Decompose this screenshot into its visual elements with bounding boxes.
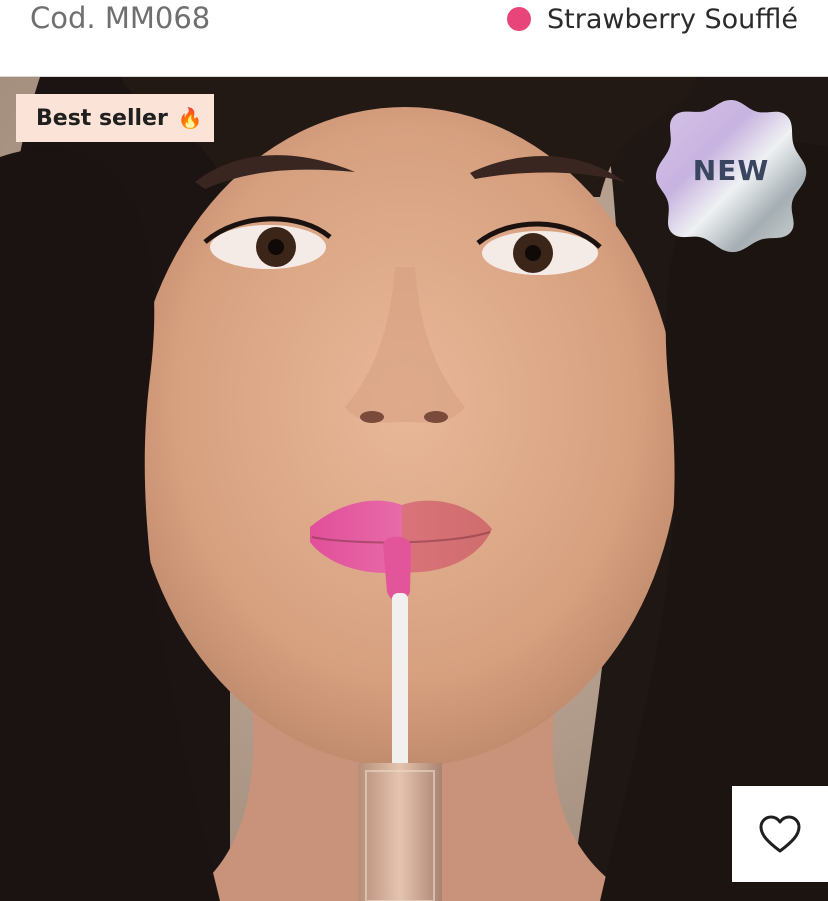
heart-outline-icon — [759, 815, 801, 853]
favorite-button[interactable] — [732, 786, 828, 882]
product-code-prefix: Cod. — [30, 1, 96, 35]
best-seller-badge: Best seller 🔥 — [16, 94, 214, 142]
shade-selector[interactable]: Strawberry Soufflé — [507, 0, 798, 38]
shade-name: Strawberry Soufflé — [547, 3, 798, 35]
product-code-value: MM068 — [104, 1, 211, 35]
product-header: Cod. MM068 Strawberry Soufflé — [0, 0, 828, 77]
new-seal: NEW — [652, 96, 810, 254]
product-code: Cod. MM068 — [30, 0, 210, 38]
shade-swatch — [507, 7, 532, 31]
new-label: NEW — [692, 154, 770, 187]
product-page: Cod. MM068 Strawberry Soufflé Best selle… — [0, 0, 828, 901]
best-seller-label: Best seller — [36, 105, 168, 131]
fire-icon: 🔥 — [177, 106, 203, 130]
